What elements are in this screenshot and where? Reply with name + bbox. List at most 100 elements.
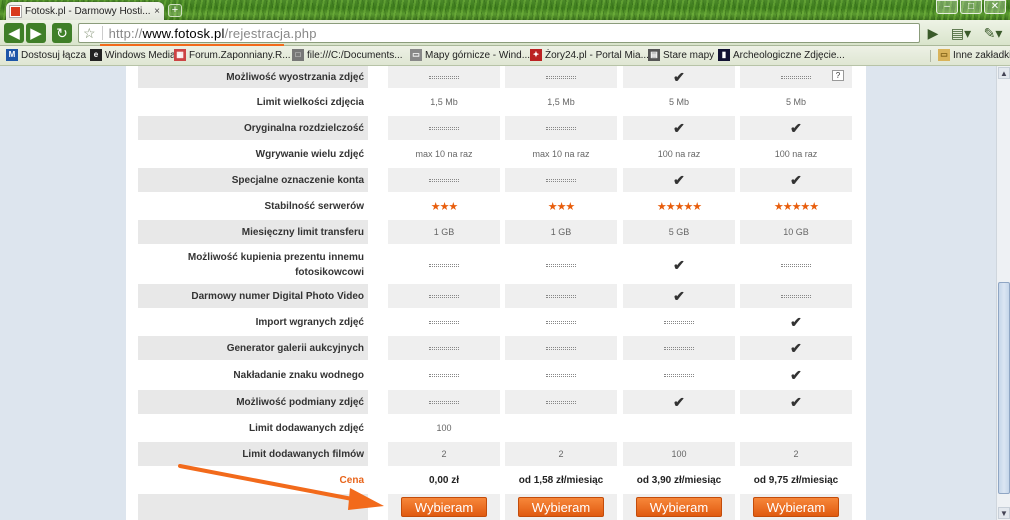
not-available-icon <box>781 263 811 267</box>
bookmark-item[interactable]: ✦ Żory24.pl - Portal Mia... <box>526 49 653 61</box>
settings-menu-button[interactable]: ✎▾ <box>980 23 1006 43</box>
not-available-icon <box>429 294 459 298</box>
url-text[interactable]: http://www.fotosk.pl/rejestracja.php <box>109 26 317 41</box>
not-available-icon <box>429 263 459 267</box>
bookmark-item[interactable]: □ file:///C:/Documents... <box>288 49 407 61</box>
checkmark-icon: ✔ <box>790 171 802 188</box>
url-prefix: http:// <box>108 25 143 41</box>
page-menu-button[interactable]: ▤▾ <box>948 23 974 43</box>
price-value: od 3,90 zł/miesiąc <box>636 474 722 486</box>
bookmark-favicon-icon: ▮ <box>718 49 730 61</box>
url-domain: www.fotosk.pl <box>142 25 225 41</box>
plan-cell: 2 <box>740 442 852 466</box>
scroll-down-icon[interactable]: ▼ <box>998 507 1010 519</box>
address-bar[interactable]: ☆ http://www.fotosk.pl/rejestracja.php <box>78 23 920 43</box>
plan-cell <box>623 416 735 440</box>
bookmark-label: Forum.Zaponniany.R... <box>189 49 291 61</box>
reload-button[interactable]: ↻ <box>52 23 72 43</box>
not-available-icon <box>546 263 576 267</box>
not-available-icon <box>546 400 576 404</box>
scrollbar-thumb[interactable] <box>998 282 1010 494</box>
reload-icon: ↻ <box>56 24 68 41</box>
not-available-icon <box>664 320 694 324</box>
checkmark-icon: ✔ <box>673 171 685 188</box>
plan-cell: ✔ <box>740 168 852 192</box>
address-separator <box>101 26 103 40</box>
bookmark-item[interactable]: M Dostosuj łącza <box>2 49 90 61</box>
price-value: od 9,75 zł/miesiąc <box>753 474 839 486</box>
plan-cell <box>623 336 735 360</box>
cell-value: max 10 na raz <box>415 149 473 159</box>
checkmark-icon: ✔ <box>790 119 802 136</box>
bookmark-favicon-icon: ▦ <box>174 49 186 61</box>
checkmark-icon: ✔ <box>673 119 685 136</box>
maximize-button[interactable]: □ <box>960 0 982 14</box>
plan-action-cell: Wybieram <box>623 494 735 520</box>
choose-plan-button[interactable]: Wybieram <box>753 497 839 517</box>
not-available-icon <box>546 178 576 182</box>
checkmark-icon: ✔ <box>673 68 685 85</box>
plan-action-cell: Wybieram <box>388 494 500 520</box>
bookmark-item[interactable]: ▤ Stare mapy <box>644 49 718 61</box>
forward-button[interactable]: ▶ <box>26 23 46 43</box>
plan-cell: ★★★ <box>388 194 500 218</box>
choose-plan-button[interactable]: Wybieram <box>636 497 722 517</box>
plan-cell: max 10 na raz <box>505 142 617 166</box>
plan-cell: ✔ <box>740 116 852 140</box>
bookmark-item[interactable]: e Windows Media <box>86 49 180 61</box>
cell-value: 1,5 Mb <box>430 97 458 107</box>
favicon-icon <box>9 4 22 18</box>
vertical-scrollbar[interactable]: ▲ ▼ <box>996 66 1010 520</box>
other-bookmarks-folder[interactable]: ▭ Inne zakładki <box>934 49 1010 61</box>
plan-cell <box>505 168 617 192</box>
cell-value: 2 <box>441 449 447 459</box>
cell-value: 1 GB <box>433 227 455 237</box>
bookmark-favicon-icon: e <box>90 49 102 61</box>
bookmark-item[interactable]: ▭ Mapy górnicze - Wind... <box>406 49 534 61</box>
checkmark-icon: ✔ <box>673 287 685 304</box>
bookmark-label: Stare mapy <box>663 49 715 61</box>
checkmark-icon: ✔ <box>673 393 685 410</box>
minimize-button[interactable]: – <box>936 0 958 14</box>
close-tab-icon[interactable]: × <box>154 6 160 17</box>
checkmark-icon: ✔ <box>790 313 802 330</box>
checkmark-icon: ✔ <box>790 366 802 383</box>
plan-cell: ✔ <box>623 390 735 414</box>
scroll-up-icon[interactable]: ▲ <box>998 67 1010 79</box>
back-button[interactable]: ◀ <box>4 23 24 43</box>
feature-label: Stabilność serwerów <box>264 200 364 212</box>
feature-label: Oryginalna rozdzielczość <box>138 116 368 140</box>
plan-cell <box>505 284 617 308</box>
plan-cell <box>505 390 617 414</box>
close-window-button[interactable]: ✕ <box>984 0 1006 14</box>
wrench-icon: ✎▾ <box>983 24 1003 41</box>
not-available-icon <box>546 320 576 324</box>
help-icon[interactable]: ? <box>832 70 844 81</box>
cell-value: 5 GB <box>668 227 690 237</box>
plan-cell <box>388 168 500 192</box>
bookmark-star-icon[interactable]: ☆ <box>83 26 96 40</box>
plan-cell: 5 Mb <box>740 90 852 114</box>
plan-cell: 2 <box>388 442 500 466</box>
bookmark-favicon-icon: ▤ <box>648 49 660 61</box>
browser-tab[interactable]: Fotosk.pl - Darmowy Hosti... × <box>6 2 164 20</box>
not-available-icon <box>781 294 811 298</box>
plan-cell: ✔ <box>623 168 735 192</box>
star-rating-icon: ★★★★★ <box>656 200 702 213</box>
plan-cell: ✔ <box>623 66 735 88</box>
plan-cell: 2 <box>505 442 617 466</box>
new-tab-button[interactable]: + <box>168 4 182 17</box>
plan-cell: 100 na raz <box>623 142 735 166</box>
plan-cell <box>505 363 617 387</box>
not-available-icon <box>546 75 576 79</box>
go-button[interactable]: ▶ <box>924 23 942 43</box>
not-available-icon <box>664 373 694 377</box>
choose-plan-button[interactable]: Wybieram <box>401 497 487 517</box>
not-available-icon <box>546 373 576 377</box>
plan-cell <box>740 284 852 308</box>
navigation-toolbar: ◀ ▶ ↻ ☆ http://www.fotosk.pl/rejestracja… <box>0 20 1010 46</box>
bookmark-item[interactable]: ▦ Forum.Zaponniany.R... <box>170 49 295 61</box>
bookmark-item[interactable]: ▮ Archeologiczne Zdjęcie... <box>714 49 849 61</box>
arrow-right-icon: ▶ <box>30 25 42 42</box>
choose-plan-button[interactable]: Wybieram <box>518 497 604 517</box>
